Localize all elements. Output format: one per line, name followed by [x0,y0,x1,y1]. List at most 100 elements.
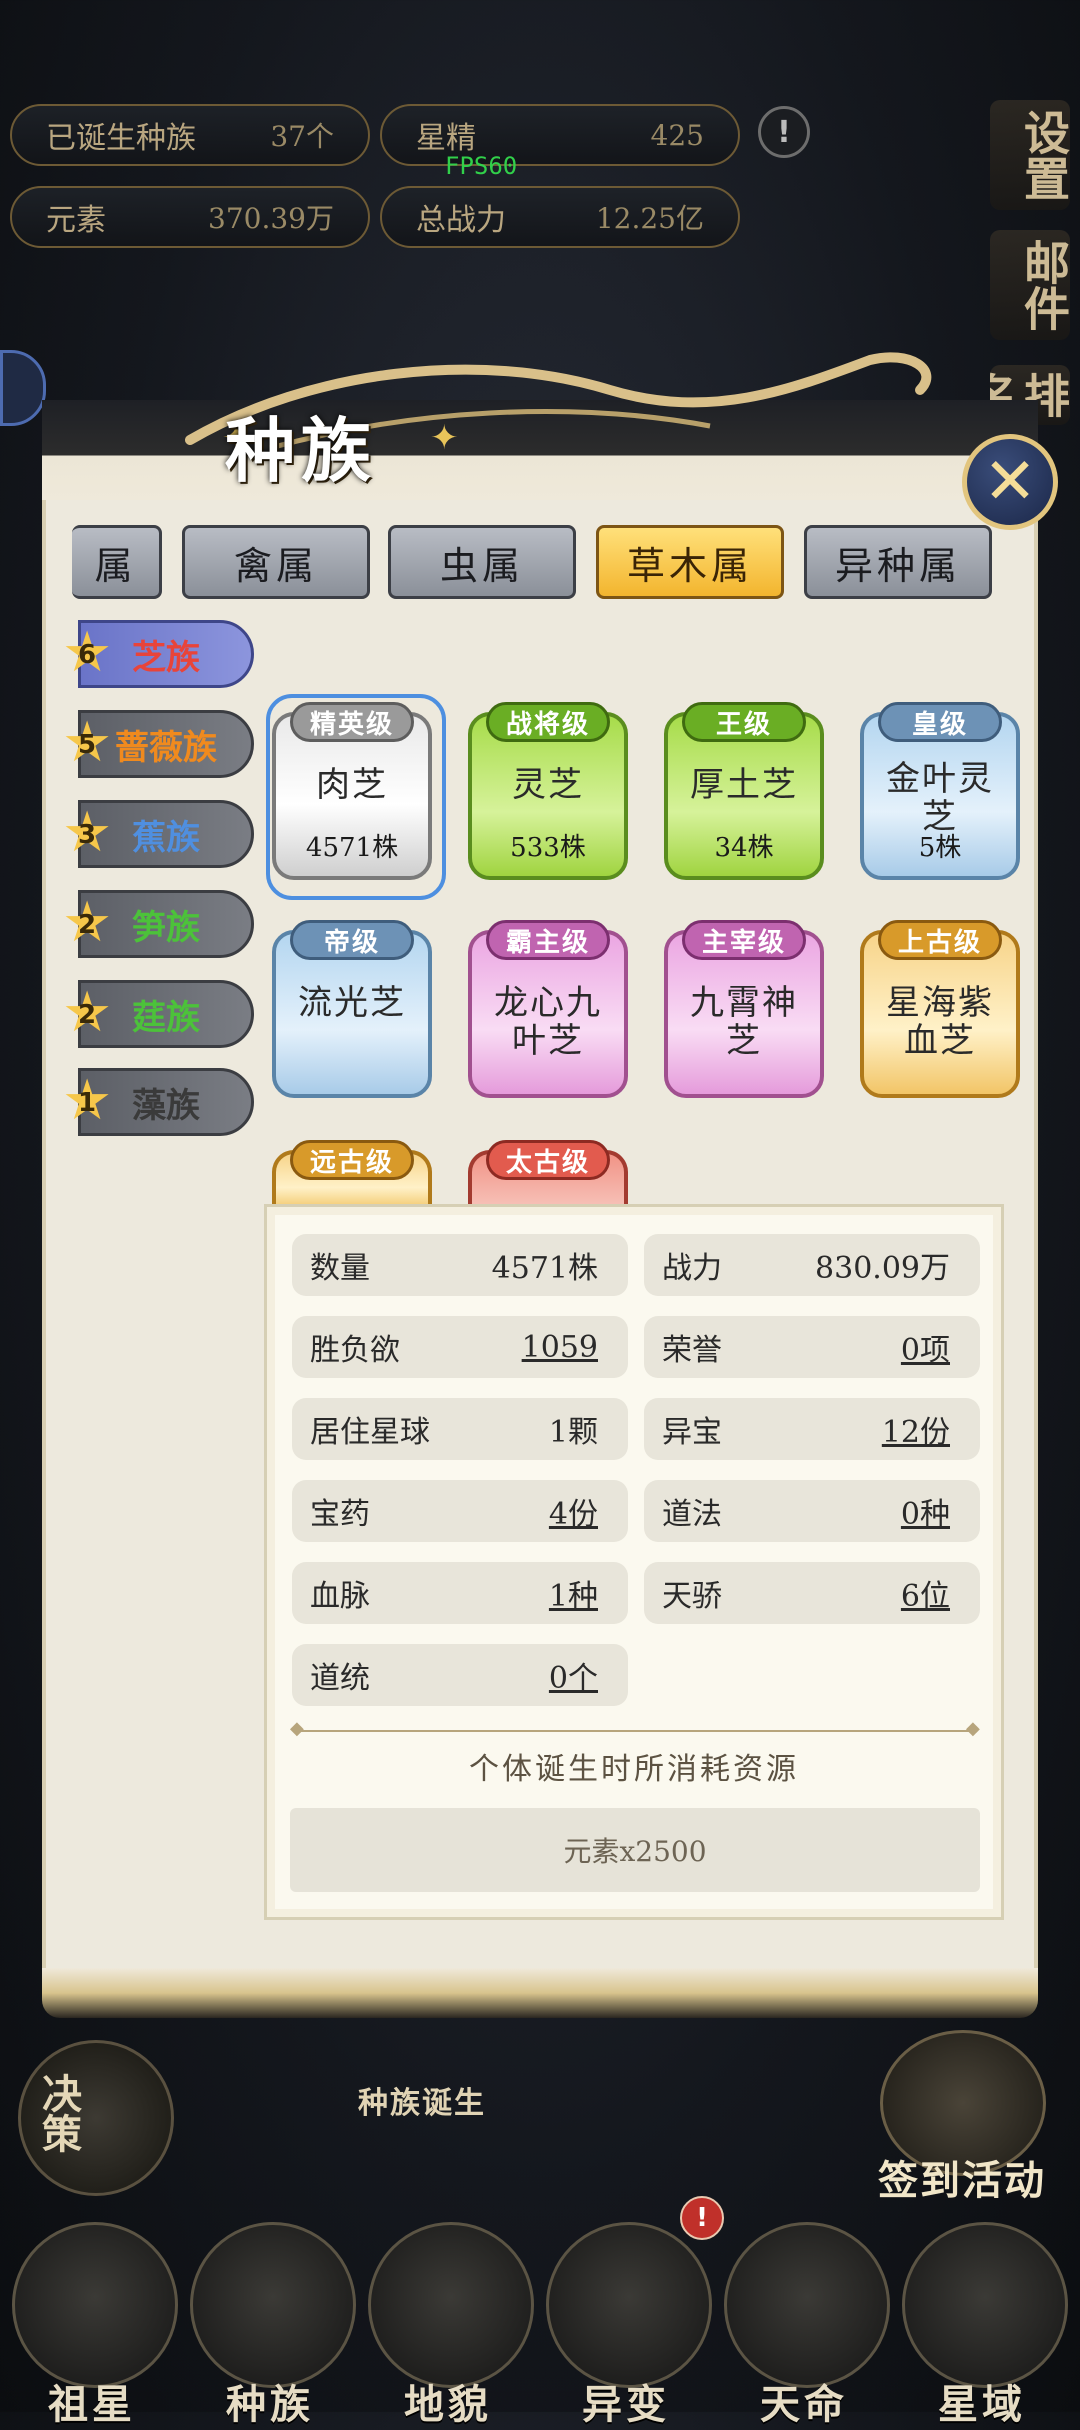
nav-ancestor-star-icon[interactable] [12,2222,178,2388]
star-ornament-right-icon: ✦ [430,418,459,458]
star-badge-icon: ★ 1 [62,1068,113,1133]
sub-group-label: 藻族 [132,1085,200,1126]
tab-insects[interactable]: 虫属 [388,525,576,599]
prodigy-link[interactable]: 6位 [901,1571,950,1615]
nav-terrain-icon[interactable] [368,2222,534,2388]
tier-badge: 远古级 [290,1140,414,1180]
nav-mutation[interactable]: 异变 [536,2372,716,2430]
mail-button[interactable]: 邮件 [990,230,1071,340]
species-card[interactable]: 王级 厚土芝 34株 [664,702,824,880]
stat-power: 战力 830.09万 [644,1234,980,1296]
nav-alert-badge: ! [680,2196,724,2240]
bloodline-link[interactable]: 1种 [549,1571,598,1615]
close-icon: ✕ [983,445,1037,519]
alert-icon[interactable]: ! [758,106,810,158]
nav-ancestor-star[interactable]: 祖星 [2,2372,182,2430]
cost-resource: 元素x2500 [290,1808,980,1892]
sub-group-label: 蕉族 [132,817,200,858]
species-card[interactable]: 上古级 星海紫血芝 [860,920,1020,1098]
species-count: 533株 [510,833,586,863]
sub-group-count: 1 [77,1088,97,1118]
star-essence-value: 425 [650,118,704,152]
species-card[interactable]: 精英级 肉芝 4571株 [272,702,432,880]
total-power-value: 12.25亿 [595,202,704,235]
dialog-bottom-ornament [42,1968,1038,2018]
sub-group-count: 2 [77,1000,97,1030]
stat-lineage: 道统 0个 [292,1644,628,1706]
star-badge-icon: ★ 2 [62,890,113,955]
stat-medicine: 宝药 4份 [292,1480,628,1542]
species-card[interactable]: 战将级 灵芝 533株 [468,702,628,880]
divider [298,1730,974,1732]
nav-terrain[interactable]: 地貌 [358,2372,538,2430]
star-essence-label: 星精 [416,121,476,156]
species-card[interactable]: 太古级 [468,1140,628,1210]
stat-prodigy: 天骄 6位 [644,1562,980,1624]
medicine-link[interactable]: 4份 [549,1489,598,1533]
species-card[interactable]: 主宰级 九霄神芝 [664,920,824,1098]
sub-group-count: 2 [77,910,97,940]
dao-link[interactable]: 0种 [901,1489,950,1533]
stat-quantity: 数量 4571株 [292,1234,628,1296]
nav-mutation-icon[interactable] [546,2222,712,2388]
page-title: 种族 [225,409,377,492]
nav-star-domain-icon[interactable] [902,2222,1068,2388]
tier-badge: 帝级 [290,920,414,960]
tier-badge: 霸主级 [486,920,610,960]
species-card[interactable]: 霸主级 龙心九叶芝 [468,920,628,1098]
star-badge-icon: ★ 3 [62,800,113,865]
tab-birds[interactable]: 禽属 [182,525,370,599]
sub-group-label: 莛族 [132,997,200,1038]
element-value: 370.39万 [208,202,334,235]
tier-badge: 王级 [682,702,806,742]
species-name: 九霄神芝 [690,983,798,1061]
desire-link[interactable]: 1059 [522,1330,598,1365]
stat-planet: 居住星球 1颗 [292,1398,628,1460]
honor-link[interactable]: 0项 [901,1325,950,1369]
tab-beast-partial[interactable]: 属 [72,525,162,599]
star-essence-display[interactable]: 星精 425 [380,104,740,166]
species-card[interactable]: 远古级 [272,1140,432,1210]
sub-group-count: 5 [77,730,97,760]
born-species-display: 已诞生种族 37个 [10,104,370,166]
settings-button[interactable]: 设置 [990,100,1071,210]
stat-desire: 胜负欲 1059 [292,1316,628,1378]
tab-exotic[interactable]: 异种属 [804,525,992,599]
total-power-display[interactable]: 总战力 12.25亿 [380,186,740,248]
species-name: 龙心九叶芝 [494,983,602,1061]
tier-badge: 皇级 [878,702,1002,742]
star-badge-icon: ★ 2 [62,980,113,1045]
divider-cap-left-icon: ◆ [290,1718,304,1739]
nav-species[interactable]: 种族 [180,2372,360,2430]
nav-star-domain[interactable]: 星域 [892,2372,1072,2430]
close-button[interactable]: ✕ [962,434,1058,530]
nav-destiny-icon[interactable] [724,2222,890,2388]
decision-button[interactable]: 决策 [18,2040,174,2196]
species-birth-label[interactable]: 种族诞生 [358,2078,486,2122]
nav-species-icon[interactable] [190,2222,356,2388]
nav-destiny[interactable]: 天命 [714,2372,894,2430]
element-display[interactable]: 元素 370.39万 [10,186,370,248]
treasure-link[interactable]: 12份 [882,1407,950,1451]
tier-badge: 战将级 [486,702,610,742]
species-card[interactable]: 帝级 流光芝 [272,920,432,1098]
checkin-label[interactable]: 签到活动 [878,2148,1046,2206]
stat-treasure: 异宝 12份 [644,1398,980,1460]
sub-group-count: 3 [77,820,97,850]
species-name: 肉芝 [316,765,388,805]
born-species-label: 已诞生种族 [46,121,196,156]
total-power-label: 总战力 [416,203,506,238]
stat-honor: 荣誉 0项 [644,1316,980,1378]
avatar[interactable] [0,350,46,426]
species-name: 灵芝 [512,765,584,805]
species-name: 流光芝 [298,983,406,1023]
tab-plants[interactable]: 草木属 [596,525,784,599]
sub-group-count: 6 [77,640,97,670]
species-name: 星海紫血芝 [886,983,994,1061]
tier-badge: 主宰级 [682,920,806,960]
star-badge-icon: ★ 6 [62,620,113,685]
species-card[interactable]: 皇级 金叶灵芝 5株 [860,702,1020,880]
star-badge-icon: ★ 5 [62,710,113,775]
tier-badge: 精英级 [290,702,414,742]
lineage-link[interactable]: 0个 [549,1653,598,1697]
